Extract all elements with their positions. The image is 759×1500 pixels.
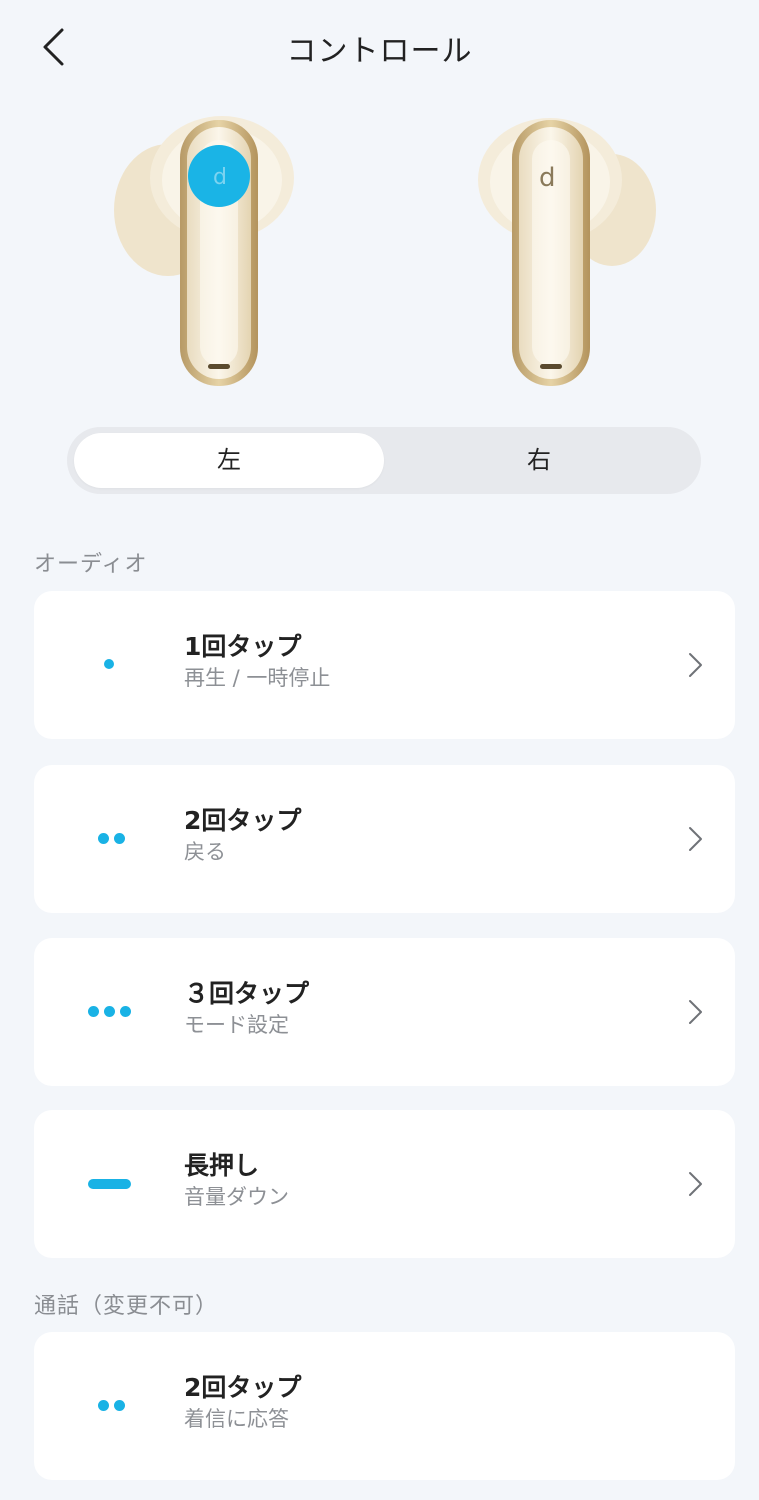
segment-left[interactable]: 左 <box>74 433 384 488</box>
chevron-right-icon <box>689 653 702 677</box>
control-item-value: 音量ダウン <box>184 1185 289 1209</box>
control-item-triple-tap[interactable]: ３回タップ モード設定 <box>34 938 735 1086</box>
right-earbud-image: d <box>478 118 656 386</box>
segment-right[interactable]: 右 <box>384 433 694 488</box>
chevron-right-icon <box>689 827 702 851</box>
audio-section-title: オーディオ <box>34 552 148 577</box>
chevron-right-icon <box>689 1000 702 1024</box>
double-dot-icon <box>86 1386 132 1426</box>
control-item-label: 1回タップ <box>184 632 302 661</box>
long-press-dash-icon <box>86 1164 132 1204</box>
control-item-label: 長押し <box>184 1151 260 1180</box>
single-dot-icon <box>86 645 132 685</box>
control-item-label: 2回タップ <box>184 1373 302 1402</box>
call-section-title: 通話（変更不可） <box>34 1294 219 1319</box>
control-item-value: 着信に応答 <box>184 1407 289 1431</box>
control-item-single-tap[interactable]: 1回タップ 再生 / 一時停止 <box>34 591 735 739</box>
svg-text:d: d <box>539 163 556 193</box>
triple-dot-icon <box>86 992 132 1032</box>
double-dot-icon <box>86 819 132 859</box>
control-item-label: ３回タップ <box>184 979 310 1008</box>
control-item-double-tap[interactable]: 2回タップ 戻る <box>34 765 735 913</box>
control-item-label: 2回タップ <box>184 806 302 835</box>
call-item-double-tap: 2回タップ 着信に応答 <box>34 1332 735 1480</box>
control-item-value: モード設定 <box>184 1013 289 1037</box>
left-earbud-image: d <box>114 116 294 386</box>
chevron-right-icon <box>689 1172 702 1196</box>
control-item-value: 戻る <box>184 840 226 864</box>
side-segmented-control: 左 右 <box>67 427 701 494</box>
svg-text:d: d <box>213 165 227 190</box>
earbuds-illustration: d d <box>0 100 759 400</box>
page-title: コントロール <box>286 34 473 69</box>
control-item-value: 再生 / 一時停止 <box>184 666 331 690</box>
header: コントロール <box>0 0 759 92</box>
control-item-long-press[interactable]: 長押し 音量ダウン <box>34 1110 735 1258</box>
